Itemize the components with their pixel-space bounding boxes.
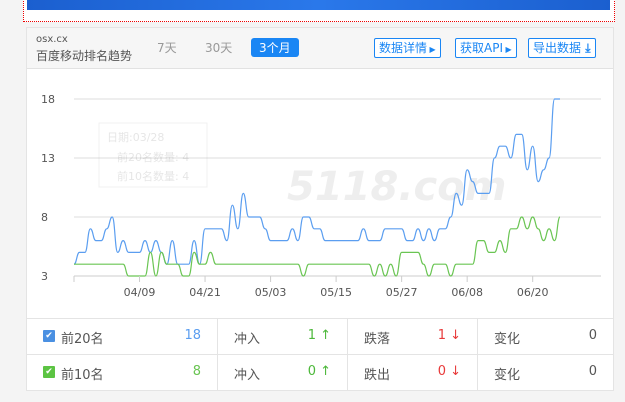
- out-label: 跌出: [364, 368, 391, 383]
- checkbox-top20[interactable]: ✔: [43, 330, 55, 342]
- in-label: 冲入: [234, 332, 261, 347]
- out-value: 1: [437, 328, 446, 343]
- x-tick-label: 06/20: [517, 286, 549, 299]
- row-label: 前20名: [61, 332, 104, 347]
- arrow-down-icon: ↓: [445, 364, 461, 379]
- row-value: 8: [192, 364, 201, 379]
- tooltip-top20: 前20名数量: 4: [117, 150, 189, 164]
- y-tick-label: 13: [41, 152, 55, 165]
- change-value: 0: [588, 364, 597, 379]
- tooltip-top10: 前10名数量: 4: [117, 169, 189, 183]
- y-tick-label: 18: [41, 93, 55, 106]
- arrow-up-icon: ↑: [315, 364, 331, 379]
- row-value: 18: [184, 328, 201, 343]
- x-tick-label: 06/08: [451, 286, 483, 299]
- y-tick-label: 3: [41, 270, 48, 283]
- out-label: 跌落: [364, 332, 391, 347]
- stats-row-top10: ✔ 前10名 8 冲入 0 ↑ 跌出 0 ↓ 变化 0: [27, 355, 613, 391]
- rank-trend-card: osx.cx 百度移动排名趋势 7天 30天 3个月 数据详情 ▶ 获取API …: [26, 27, 614, 391]
- stats-table: ✔ 前20名 18 冲入 1 ↑ 跌落 1 ↓ 变化 0 ✔ 前10名 8 冲入 0 ↑ 跌出 0…: [27, 318, 613, 391]
- arrow-up-icon: ↑: [315, 328, 331, 343]
- series-top10-line: [74, 216, 561, 277]
- x-tick-label: 05/03: [255, 286, 287, 299]
- in-value: 0: [307, 364, 316, 379]
- change-value: 0: [588, 328, 597, 343]
- banner-ad[interactable]: [23, 0, 615, 22]
- row-label: 前10名: [61, 368, 104, 383]
- watermark: 5118.com: [287, 164, 506, 210]
- banner-image[interactable]: [27, 0, 610, 10]
- x-tick-label: 04/09: [124, 286, 156, 299]
- y-tick-label: 8: [41, 211, 48, 224]
- rank-trend-chart: 5118.com 日期:03/28 前20名数量: 4 前10名数量: 4 18…: [41, 93, 601, 299]
- x-tick-label: 05/27: [386, 286, 418, 299]
- arrow-down-icon: ↓: [445, 328, 461, 343]
- in-label: 冲入: [234, 368, 261, 383]
- checkbox-top10[interactable]: ✔: [43, 366, 55, 378]
- change-label: 变化: [494, 368, 521, 383]
- stats-row-top20: ✔ 前20名 18 冲入 1 ↑ 跌落 1 ↓ 变化 0: [27, 319, 613, 355]
- change-label: 变化: [494, 332, 521, 347]
- x-tick-label: 04/21: [189, 286, 221, 299]
- out-value: 0: [437, 364, 446, 379]
- tooltip-date: 日期:03/28: [107, 131, 164, 144]
- in-value: 1: [307, 328, 316, 343]
- tooltip-ghost: 日期:03/28 前20名数量: 4 前10名数量: 4: [98, 122, 208, 188]
- x-tick-label: 05/15: [320, 286, 352, 299]
